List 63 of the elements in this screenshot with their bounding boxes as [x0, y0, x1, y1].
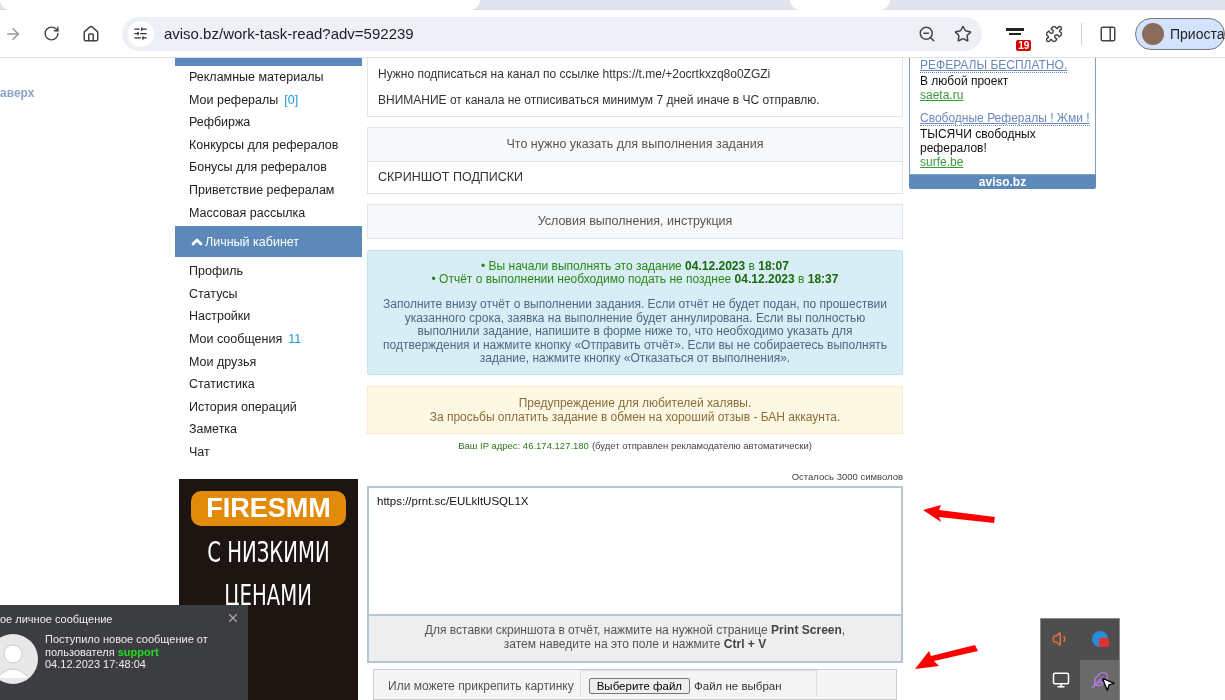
- ad-title-link[interactable]: Свободные Рефералы ! Жми !: [920, 112, 1090, 126]
- banner-text: С НИЗКИМИ: [207, 535, 330, 569]
- attach-label: Или можете прикрепить картинку: [388, 679, 574, 695]
- status-line: • Вы начали выполнять это задание 04.12.2023 в 18:07: [480, 260, 790, 274]
- hint-text: затем наведите на это поле и нажмите Ctrl + V: [502, 637, 768, 652]
- url-text: aviso.bz/work-task-read?adv=592239: [163, 25, 415, 42]
- cursor-icon: [1100, 675, 1116, 692]
- ip-note: (будет отправлен рекламодателю автоматически): [591, 439, 812, 451]
- task-text: Нужно подписаться на канал по ссылке https://t.me/+2ocrtkxzq8o0ZGZi: [377, 66, 772, 81]
- sidebar-item[interactable]: История операций: [175, 395, 362, 419]
- profile-button[interactable]: Приоста: [1134, 17, 1225, 50]
- sidebar-item[interactable]: Рефбиржа: [175, 111, 362, 134]
- report-textarea[interactable]: https://prnt.sc/EULkltUSQL1X: [367, 485, 903, 617]
- file-status: Файл не выбран: [694, 680, 782, 692]
- sidebar-item[interactable]: Чат: [175, 440, 362, 464]
- annotation-arrow: [915, 645, 979, 671]
- sidebar-item[interactable]: Рекламные материалы: [175, 66, 362, 89]
- sidebar-item[interactable]: Бонусы для рефералов: [175, 156, 362, 179]
- sidebar-item[interactable]: Массовая рассылка: [175, 201, 362, 225]
- ad-domain-link[interactable]: saeta.ru: [920, 88, 1085, 103]
- sidebar-section-header[interactable]: Личный кабинет: [175, 226, 362, 258]
- sidebar-item[interactable]: Мои друзья: [175, 350, 362, 374]
- feather-icon[interactable]: [1090, 670, 1109, 689]
- sidebar-count: [0]: [284, 92, 299, 107]
- address-bar[interactable]: aviso.bz/work-task-read?adv=592239: [121, 16, 983, 51]
- sidebar-count: 11: [288, 331, 302, 346]
- avatar-icon: [1141, 22, 1164, 45]
- notification-title: ое личное сообщение: [0, 613, 113, 625]
- banner-brand: FIRESMM: [191, 490, 346, 526]
- sidebar-item[interactable]: Конкурсы для рефералов: [175, 133, 362, 157]
- warning-text: За просьбы оплатить задание в обмен на хороший отзыв - БАН аккаунта.: [428, 409, 842, 424]
- sidebar-item[interactable]: Заметка: [175, 418, 362, 441]
- sidebar-item[interactable]: Мои рефералы [0]: [175, 88, 362, 112]
- sidebar-item[interactable]: Настройки: [175, 305, 362, 328]
- sidebar-item[interactable]: Статусы: [175, 282, 362, 306]
- ad-domain-link[interactable]: surfe.be: [920, 155, 1085, 170]
- required-value: СКРИНШОТ ПОДПИСКИ: [368, 161, 902, 194]
- close-icon[interactable]: [226, 611, 240, 625]
- task-text: ВНИМАНИЕ от канала не отписиваться минимум 7 дней иначе в ЧС отправлю.: [377, 92, 821, 107]
- ad-text: В любой проект: [920, 74, 1010, 88]
- card-header: Что нужно указать для выполнения задания: [368, 128, 902, 162]
- instruction-text: Заполните внизу отчёт о выполнении задания. Если отчёт не будет подан, по прошествии указанного срока, заявка на выполнение будет аннулирована. Если вы полностью выполнили задание, напишите в форме ниже то, что необходимо указать для подтверждения и нажмите кнопку «Отправить отчёт». Если вы не собираетесь выполнять задание, нажмите кнопку «Отказаться от выполнения».: [382, 298, 888, 366]
- hint-text: Для вставки скриншота в отчёт, нажмите на нужной странице Print Screen,: [423, 623, 847, 638]
- avatar-silhouette-icon: [0, 634, 38, 684]
- card-header: Условия выполнения, инструкция: [368, 205, 902, 239]
- char-counter: Осталось 3000 символов: [790, 470, 903, 482]
- warning-text: Предупреждение для любителей халявы.: [517, 395, 753, 410]
- sidebar-item[interactable]: Мои сообщения 11: [175, 327, 362, 351]
- extension-badge: 19: [1016, 39, 1032, 51]
- ad-text: ТЫСЯЧИ свободных рефералов!: [920, 127, 1037, 155]
- sidebar-item[interactable]: Профиль: [175, 260, 362, 283]
- notification-time: 04.12.2023 17:48:04: [45, 658, 147, 671]
- site-settings-icon[interactable]: [127, 20, 154, 47]
- ad-footer: aviso.bz: [909, 175, 1096, 189]
- ip-address: Ваш IP адрес: 46.174.127.180: [458, 439, 589, 451]
- sidebar-item[interactable]: Статистика: [175, 373, 362, 396]
- banner-text: ЦЕНАМИ: [224, 578, 313, 612]
- status-line: • Отчёт о выполнении необходимо подать не позднее 04.12.2023 в 18:37: [430, 273, 840, 287]
- file-input[interactable]: Выберите файл Файл не выбран: [579, 670, 817, 697]
- sidebar-item[interactable]: Приветствие рефералам: [175, 178, 362, 202]
- network-icon[interactable]: [1051, 670, 1070, 689]
- ad-title-link[interactable]: РЕФЕРАЛЫ БЕСПЛАТНО.: [920, 59, 1068, 73]
- choose-file-button[interactable]: Выберите файл: [588, 678, 691, 694]
